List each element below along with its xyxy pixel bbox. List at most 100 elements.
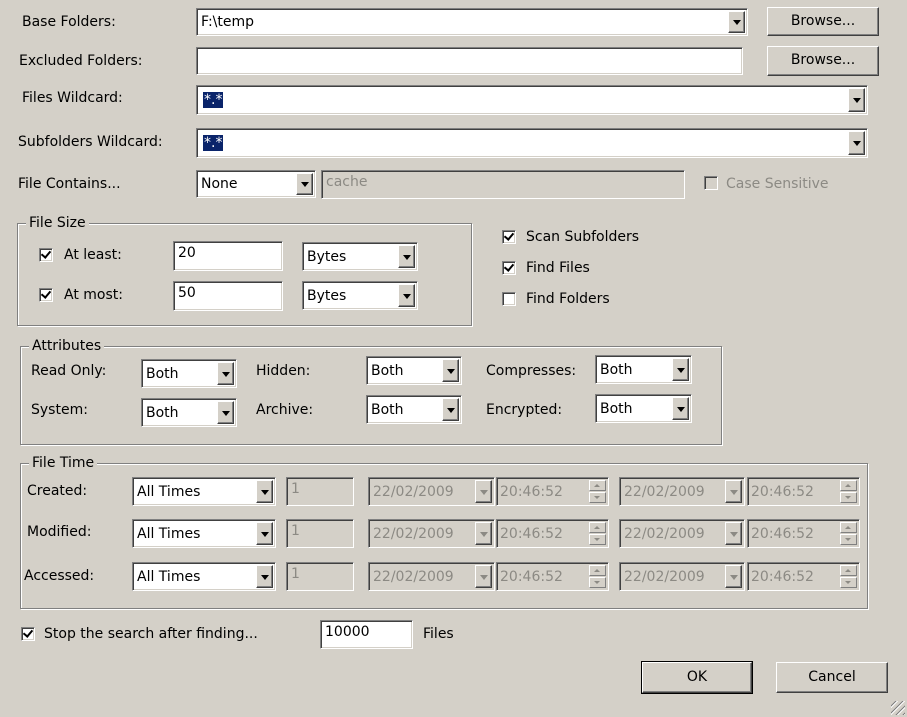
accessed-mode-value: All Times bbox=[137, 568, 201, 585]
chevron-down-icon[interactable] bbox=[725, 565, 742, 588]
accessed-date1-value: 22/02/2009 bbox=[373, 568, 454, 585]
created-count-input[interactable]: 1 bbox=[286, 477, 354, 506]
chevron-down-icon[interactable] bbox=[256, 522, 273, 545]
hidden-value: Both bbox=[371, 362, 404, 379]
scan-subfolders-checkbox[interactable] bbox=[502, 230, 516, 244]
spin-down-icon[interactable] bbox=[840, 577, 857, 588]
created-time1-spinner[interactable]: 20:46:52 bbox=[496, 477, 609, 506]
spin-up-icon[interactable] bbox=[589, 480, 606, 491]
chevron-down-icon[interactable] bbox=[728, 11, 745, 33]
system-label: System: bbox=[31, 402, 88, 418]
spin-up-icon[interactable] bbox=[589, 522, 606, 533]
chevron-down-icon[interactable] bbox=[442, 359, 459, 382]
system-value: Both bbox=[146, 404, 179, 421]
accessed-count-input[interactable]: 1 bbox=[286, 562, 354, 591]
stop-search-unit-label: Files bbox=[423, 626, 454, 642]
at-least-unit-combo[interactable]: Bytes bbox=[302, 242, 418, 271]
created-mode-combo[interactable]: All Times bbox=[132, 477, 276, 506]
file-time-title: File Time bbox=[29, 454, 98, 472]
archive-combo[interactable]: Both bbox=[366, 395, 462, 424]
modified-mode-combo[interactable]: All Times bbox=[132, 519, 276, 548]
at-most-unit-combo[interactable]: Bytes bbox=[302, 281, 418, 310]
chevron-down-icon[interactable] bbox=[725, 480, 742, 503]
spin-down-icon[interactable] bbox=[589, 492, 606, 503]
file-contains-mode-combo[interactable]: None bbox=[196, 170, 316, 198]
spin-up-icon[interactable] bbox=[840, 522, 857, 533]
at-least-checkbox[interactable] bbox=[39, 248, 53, 262]
file-contains-text-input[interactable]: cache bbox=[321, 170, 685, 199]
spin-down-icon[interactable] bbox=[589, 534, 606, 545]
find-folders-checkbox[interactable] bbox=[502, 292, 516, 306]
accessed-date2-picker[interactable]: 22/02/2009 bbox=[619, 562, 745, 591]
chevron-down-icon[interactable] bbox=[256, 565, 273, 588]
chevron-down-icon[interactable] bbox=[398, 245, 415, 268]
created-time2-spinner[interactable]: 20:46:52 bbox=[747, 477, 860, 506]
chevron-down-icon[interactable] bbox=[475, 480, 492, 503]
chevron-down-icon[interactable] bbox=[475, 565, 492, 588]
chevron-down-icon[interactable] bbox=[442, 398, 459, 421]
spin-down-icon[interactable] bbox=[840, 492, 857, 503]
spin-up-icon[interactable] bbox=[840, 480, 857, 491]
created-time2-value: 20:46:52 bbox=[751, 483, 814, 500]
at-most-checkbox[interactable] bbox=[39, 288, 53, 302]
cancel-button[interactable]: Cancel bbox=[776, 662, 888, 693]
base-folders-combo[interactable]: F:\temp bbox=[196, 8, 748, 36]
file-contains-label: File Contains... bbox=[18, 176, 121, 192]
chevron-down-icon[interactable] bbox=[672, 397, 689, 420]
accessed-time2-spinner[interactable]: 20:46:52 bbox=[747, 562, 860, 591]
chevron-down-icon[interactable] bbox=[672, 358, 689, 381]
chevron-down-icon[interactable] bbox=[475, 522, 492, 545]
spin-up-icon[interactable] bbox=[840, 565, 857, 576]
read-only-combo[interactable]: Both bbox=[141, 359, 237, 388]
find-files-checkbox[interactable] bbox=[502, 261, 516, 275]
modified-count-input[interactable]: 1 bbox=[286, 519, 354, 548]
at-most-input[interactable]: 50 bbox=[173, 281, 283, 311]
modified-date1-picker[interactable]: 22/02/2009 bbox=[368, 519, 495, 548]
chevron-down-icon[interactable] bbox=[725, 522, 742, 545]
at-least-input[interactable]: 20 bbox=[173, 241, 283, 271]
chevron-down-icon[interactable] bbox=[848, 131, 865, 155]
modified-label: Modified: bbox=[27, 524, 92, 540]
created-date2-picker[interactable]: 22/02/2009 bbox=[619, 477, 745, 506]
resize-grip-icon[interactable] bbox=[891, 701, 905, 715]
accessed-time2-value: 20:46:52 bbox=[751, 568, 814, 585]
hidden-label: Hidden: bbox=[256, 363, 311, 379]
accessed-time1-spinner[interactable]: 20:46:52 bbox=[496, 562, 609, 591]
case-sensitive-checkbox[interactable] bbox=[704, 176, 718, 190]
subfolders-wildcard-combo[interactable]: *.* bbox=[196, 128, 868, 158]
base-folders-browse-button[interactable]: Browse... bbox=[767, 7, 879, 36]
created-time1-value: 20:46:52 bbox=[500, 483, 563, 500]
excluded-folders-label: Excluded Folders: bbox=[19, 53, 143, 69]
created-date1-picker[interactable]: 22/02/2009 bbox=[368, 477, 495, 506]
chevron-down-icon[interactable] bbox=[217, 401, 234, 424]
spin-down-icon[interactable] bbox=[589, 577, 606, 588]
excluded-folders-input[interactable] bbox=[196, 47, 743, 75]
stop-search-count-input[interactable]: 10000 bbox=[320, 620, 413, 649]
encrypted-combo[interactable]: Both bbox=[595, 394, 692, 423]
spin-up-icon[interactable] bbox=[589, 565, 606, 576]
compresses-combo[interactable]: Both bbox=[595, 355, 692, 384]
files-wildcard-combo[interactable]: *.* bbox=[196, 85, 868, 115]
chevron-down-icon[interactable] bbox=[217, 362, 234, 385]
compresses-value: Both bbox=[600, 361, 633, 378]
chevron-down-icon[interactable] bbox=[256, 480, 273, 503]
chevron-down-icon[interactable] bbox=[296, 173, 313, 195]
modified-time1-spinner[interactable]: 20:46:52 bbox=[496, 519, 609, 548]
accessed-date1-picker[interactable]: 22/02/2009 bbox=[368, 562, 495, 591]
stop-search-checkbox[interactable] bbox=[21, 627, 35, 641]
chevron-down-icon[interactable] bbox=[848, 88, 865, 112]
modified-time2-spinner[interactable]: 20:46:52 bbox=[747, 519, 860, 548]
spin-down-icon[interactable] bbox=[840, 534, 857, 545]
chevron-down-icon[interactable] bbox=[398, 284, 415, 307]
read-only-value: Both bbox=[146, 365, 179, 382]
find-folders-label: Find Folders bbox=[526, 291, 610, 307]
system-combo[interactable]: Both bbox=[141, 398, 237, 427]
hidden-combo[interactable]: Both bbox=[366, 356, 462, 385]
at-least-unit-value: Bytes bbox=[307, 248, 347, 265]
base-folders-value: F:\temp bbox=[201, 14, 255, 30]
at-least-label: At least: bbox=[64, 247, 122, 263]
excluded-folders-browse-button[interactable]: Browse... bbox=[767, 46, 879, 76]
ok-button[interactable]: OK bbox=[641, 661, 753, 694]
modified-date2-picker[interactable]: 22/02/2009 bbox=[619, 519, 745, 548]
accessed-mode-combo[interactable]: All Times bbox=[132, 562, 276, 591]
